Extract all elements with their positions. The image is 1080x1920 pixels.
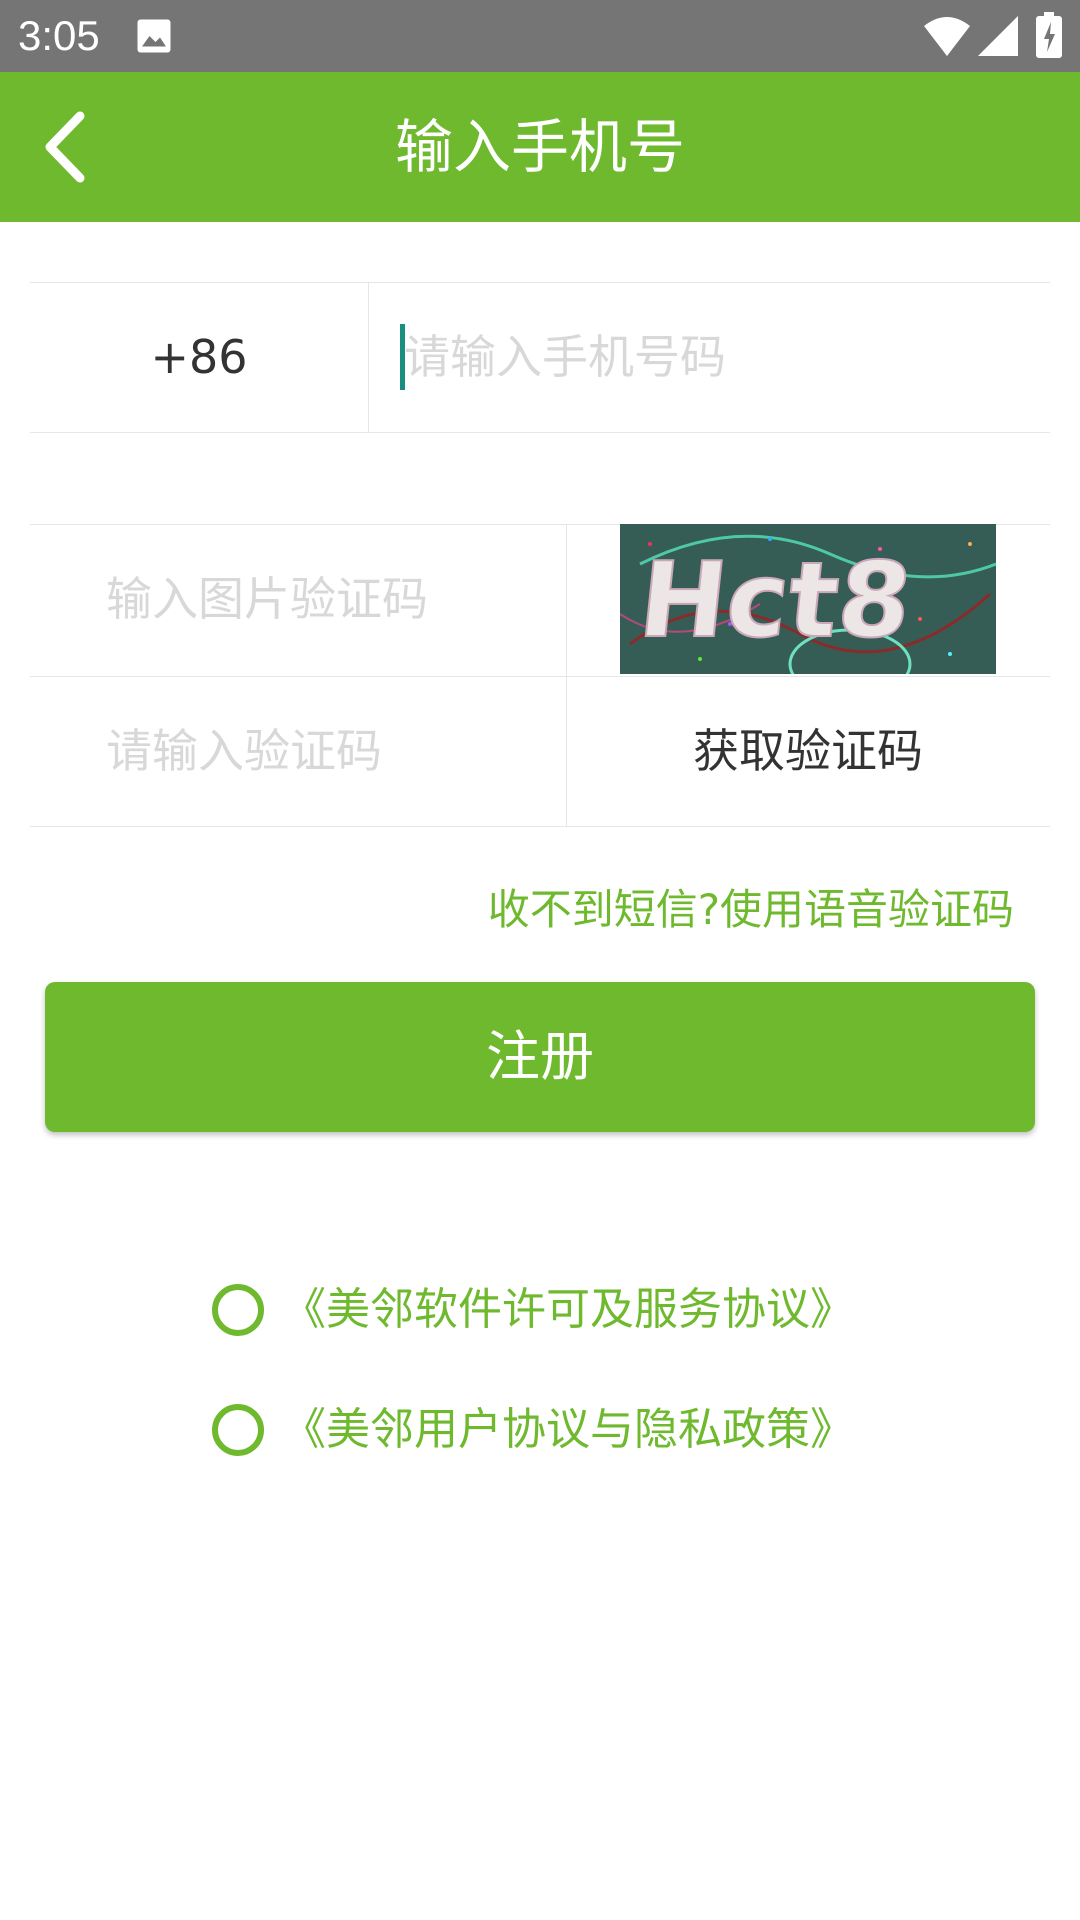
phone-input[interactable]: [404, 282, 1044, 432]
divider: [368, 282, 369, 432]
agreement-label[interactable]: 《美邻软件许可及服务协议》: [282, 1280, 854, 1340]
country-code-selector[interactable]: +86: [30, 282, 368, 432]
page-title: 输入手机号: [394, 113, 685, 181]
voice-code-link[interactable]: 收不到短信?使用语音验证码: [488, 880, 1014, 940]
register-button[interactable]: 注册: [45, 982, 1035, 1132]
status-time: 3:05: [18, 12, 100, 59]
sms-code-input[interactable]: [106, 676, 556, 826]
signal-icon: [978, 16, 1018, 56]
radio-unchecked-icon[interactable]: [212, 1404, 264, 1456]
wifi-icon: [924, 17, 970, 56]
captcha-image[interactable]: Hct8: [620, 524, 996, 674]
image-icon: [137, 19, 171, 53]
agreement-label[interactable]: 《美邻用户协议与隐私政策》: [282, 1400, 854, 1460]
get-code-button[interactable]: 获取验证码: [566, 676, 1050, 826]
app-bar: 输入手机号: [0, 72, 1080, 222]
status-bar: 3:05: [0, 0, 1080, 72]
radio-unchecked-icon[interactable]: [212, 1284, 264, 1336]
divider: [30, 432, 1050, 433]
text-cursor: [400, 324, 405, 390]
captcha-input[interactable]: [106, 524, 556, 674]
captcha-text: Hct8: [634, 539, 918, 661]
captcha-noise: Hct8: [620, 534, 996, 674]
divider: [30, 826, 1050, 827]
battery-icon: [1036, 12, 1062, 58]
